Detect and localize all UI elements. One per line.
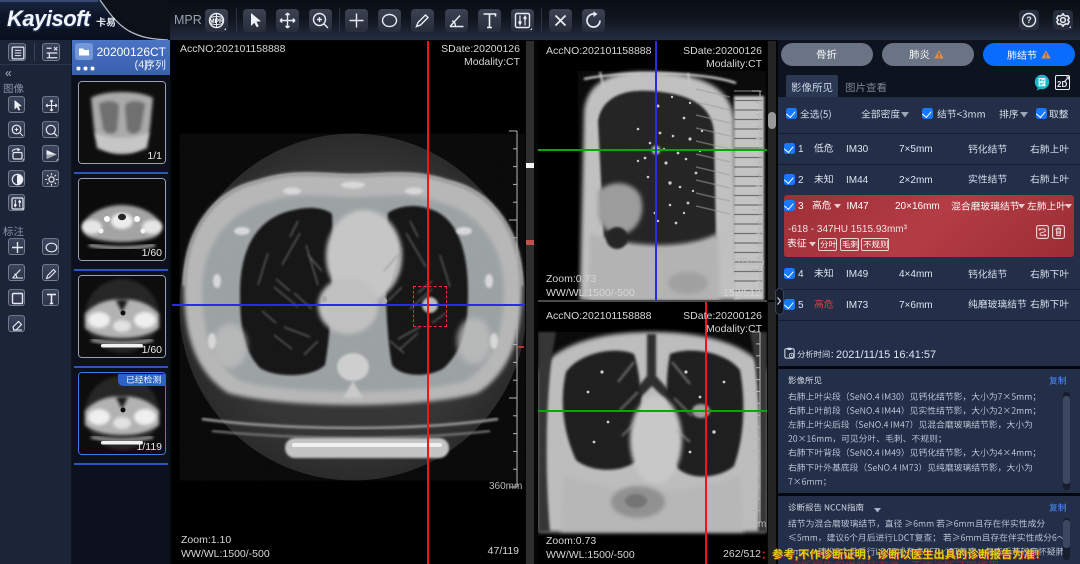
svg-text:?: ? (1026, 15, 1032, 25)
svg-text:MPR: MPR (209, 18, 224, 25)
